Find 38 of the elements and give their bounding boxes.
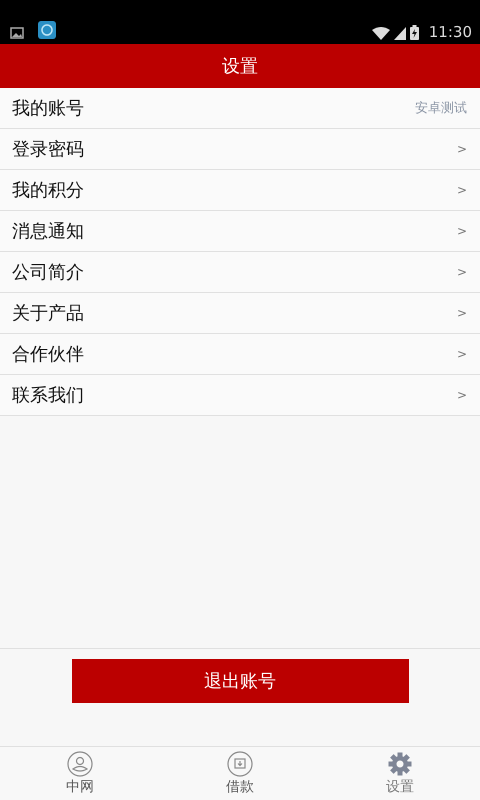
logout-button[interactable]: 退出账号	[72, 659, 408, 703]
row-label: 登录密码	[12, 138, 85, 161]
nav-tab[interactable]: 借款	[160, 747, 320, 800]
page-title: 设置	[222, 55, 258, 78]
settings-row[interactable]: 联系我们 >	[0, 375, 480, 416]
row-label: 我的积分	[12, 179, 85, 202]
chevron-icon: >	[456, 306, 467, 320]
settings-row[interactable]: 合作伙伴 >	[0, 334, 480, 375]
wifi-icon	[372, 27, 390, 40]
loan-icon	[227, 751, 253, 777]
person-icon	[67, 751, 93, 777]
settings-row[interactable]: 公司简介 >	[0, 252, 480, 293]
status-time: 11:30	[428, 24, 472, 40]
settings-row[interactable]: 关于产品 >	[0, 293, 480, 334]
signal-icon	[394, 27, 406, 40]
settings-row[interactable]: 登录密码 >	[0, 129, 480, 170]
row-label: 联系我们	[12, 384, 85, 407]
battery-icon	[410, 25, 419, 40]
chevron-icon: >	[456, 265, 467, 279]
nav-tab[interactable]: 设置	[320, 747, 480, 800]
chevron-icon: >	[456, 183, 467, 197]
row-label: 关于产品	[12, 302, 85, 325]
image-icon	[10, 27, 24, 39]
row-label: 消息通知	[12, 220, 85, 243]
row-label: 合作伙伴	[12, 343, 85, 366]
chevron-icon: >	[456, 347, 467, 361]
chevron-icon: >	[456, 224, 467, 238]
account-name: 安卓测试	[415, 100, 467, 117]
row-label: 我的账号	[12, 97, 85, 120]
chevron-icon: >	[456, 388, 467, 402]
nav-tab[interactable]: 中网	[0, 747, 160, 800]
chevron-icon: >	[456, 142, 467, 156]
settings-row[interactable]: 我的账号 安卓测试	[0, 88, 480, 129]
settings-row[interactable]: 我的积分 >	[0, 170, 480, 211]
settings-icon	[387, 751, 413, 777]
settings-row[interactable]: 消息通知 >	[0, 211, 480, 252]
app-icon	[38, 21, 56, 39]
row-label: 公司简介	[12, 261, 85, 284]
